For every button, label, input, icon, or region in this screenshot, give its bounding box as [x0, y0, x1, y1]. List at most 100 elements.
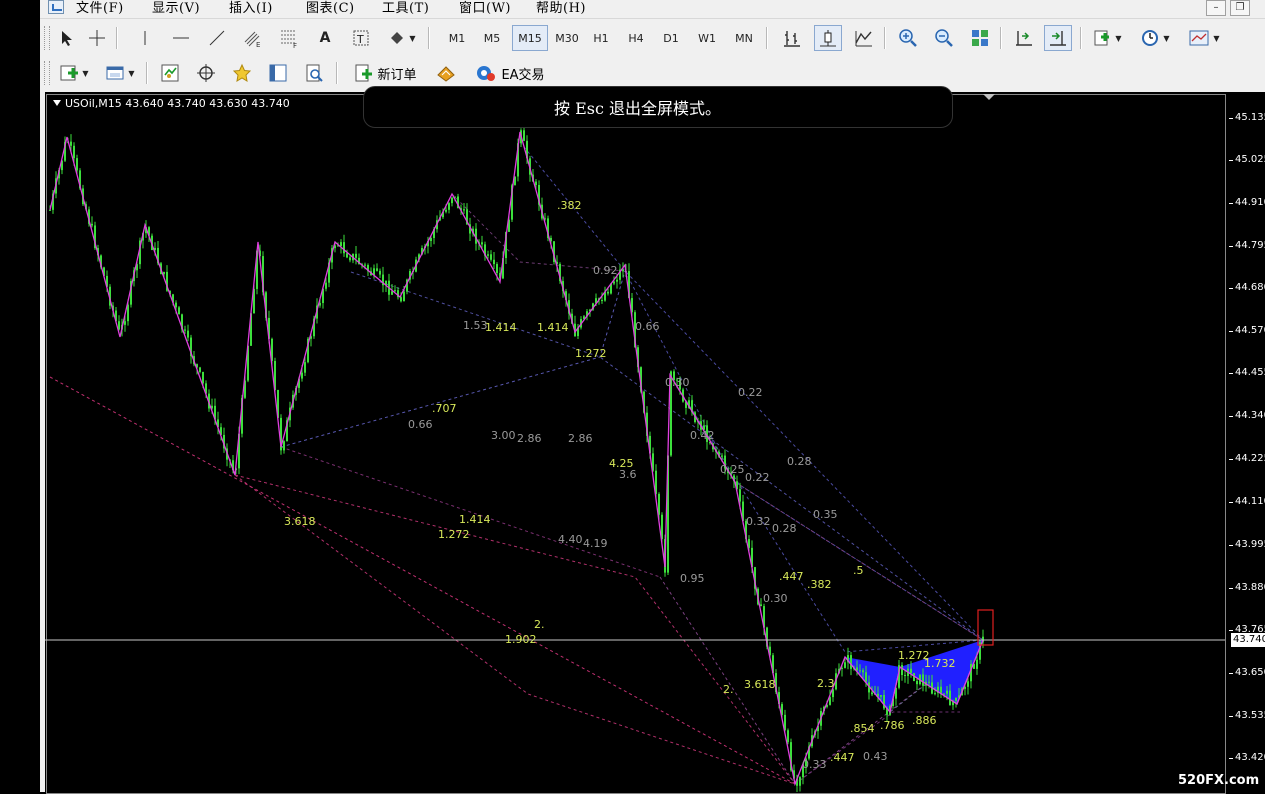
menu-file[interactable]: 文件(F) — [76, 0, 124, 16]
chart-shift-button[interactable] — [1010, 25, 1038, 51]
candle-body — [976, 659, 978, 669]
candle-body — [445, 209, 447, 212]
line-chart-button[interactable] — [850, 25, 878, 51]
standard-toolbar: ▼ ▼ 新订单 EA交易 — [44, 58, 564, 88]
trend-line-button[interactable] — [204, 25, 230, 51]
restore-button[interactable]: ❐ — [1230, 0, 1250, 16]
crosshair-tool-button[interactable] — [84, 25, 110, 51]
toolbar-separator — [428, 27, 430, 49]
timeframe-h4-button[interactable]: H4 — [621, 25, 651, 51]
metaeditor-button[interactable] — [432, 60, 460, 86]
candle-body — [355, 253, 357, 258]
menu-view[interactable]: 显示(V) — [152, 0, 200, 16]
timeframe-w1-button[interactable]: W1 — [692, 25, 722, 51]
zoom-in-button[interactable] — [894, 25, 922, 51]
toolbar-separator — [766, 27, 768, 49]
auto-scroll-button[interactable] — [1044, 25, 1072, 51]
timeframe-d1-button[interactable]: D1 — [656, 25, 686, 51]
candle-body — [451, 197, 453, 204]
fibonacci-button[interactable]: F — [276, 25, 302, 51]
zoom-out-button[interactable] — [930, 25, 958, 51]
expert-advisors-button[interactable]: EA交易 — [468, 60, 552, 86]
candle-body — [535, 181, 537, 186]
candle-body — [787, 730, 789, 743]
price-tick: 43.650 — [1229, 667, 1265, 678]
strategy-tester-button[interactable] — [300, 60, 328, 86]
toolbar-separator — [1080, 27, 1082, 49]
data-window-button[interactable] — [192, 60, 220, 86]
candle-body — [163, 271, 165, 275]
menu-charts[interactable]: 图表(C) — [306, 0, 355, 16]
fullscreen-hint-overlay: 按 Esc 退出全屏模式。 — [363, 86, 953, 128]
timeframe-m15-button[interactable]: M15 — [512, 25, 548, 51]
equidistant-channel-button[interactable]: E — [240, 25, 266, 51]
ratio-label: 0.32 — [746, 515, 771, 528]
ratio-label: .786 — [880, 719, 905, 732]
template-icon — [1189, 30, 1209, 46]
menu-insert[interactable]: 插入(I) — [229, 0, 273, 16]
toolbar-separator — [116, 27, 118, 49]
price-tick: 44.340 — [1229, 410, 1265, 421]
periods-dropdown-button[interactable]: ▼ — [1136, 25, 1174, 51]
horizontal-line-button[interactable] — [168, 25, 194, 51]
metaeditor-icon — [437, 66, 455, 82]
indicators-dropdown-button[interactable]: ▼ — [1088, 25, 1126, 51]
bar-chart-icon — [784, 31, 800, 47]
toolbar-grip[interactable] — [44, 61, 50, 85]
candle-body — [202, 371, 204, 384]
ratio-label: 3.6 — [619, 468, 637, 481]
timeframe-h1-button[interactable]: H1 — [586, 25, 616, 51]
candle-body — [523, 130, 525, 141]
price-tick: 43.535 — [1229, 710, 1265, 721]
ratio-label: 0.92 — [593, 264, 618, 277]
cursor-tool-button[interactable] — [54, 25, 80, 51]
candle-body — [844, 662, 846, 668]
tile-windows-button[interactable] — [966, 25, 994, 51]
candlestick-icon — [820, 30, 836, 47]
menu-window[interactable]: 窗口(W) — [459, 0, 511, 16]
toolbar-grip[interactable] — [44, 26, 50, 50]
ratio-label: 1.732 — [924, 657, 956, 670]
market-watch-button[interactable] — [156, 60, 184, 86]
price-tick: 45.025 — [1229, 154, 1265, 165]
current-price-label: 43.740 — [1231, 633, 1265, 647]
minimize-button[interactable]: – — [1206, 0, 1226, 16]
chart-window[interactable]: USOil,M15 43.640 43.740 43.630 43.740 .3… — [45, 86, 1265, 794]
candle-body — [73, 145, 75, 159]
candle-body — [187, 330, 189, 338]
bar-chart-button[interactable] — [778, 25, 806, 51]
candle-body — [376, 268, 378, 271]
timeframe-m1-button[interactable]: M1 — [442, 25, 472, 51]
timeframe-m30-button[interactable]: M30 — [550, 25, 584, 51]
candle-body — [946, 690, 948, 694]
text-label-button[interactable]: T — [348, 25, 374, 51]
metatrader-window: 文件(F) 显示(V) 插入(I) 图表(C) 工具(T) 窗口(W) 帮助(H… — [40, 0, 1265, 794]
menu-help[interactable]: 帮助(H) — [536, 0, 586, 16]
vertical-line-button[interactable] — [132, 25, 158, 51]
templates-dropdown-button[interactable]: ▼ — [1184, 25, 1224, 51]
timeframe-m5-button[interactable]: M5 — [477, 25, 507, 51]
candlestick-chart-button[interactable] — [814, 25, 842, 51]
star-folder-icon — [232, 63, 252, 82]
candle-body — [448, 203, 450, 210]
text-tool-button[interactable]: A — [312, 25, 338, 51]
profiles-button[interactable]: ▼ — [100, 60, 140, 86]
ratio-label: 0.28 — [787, 455, 812, 468]
ratio-label: 0.66 — [408, 418, 433, 431]
candle-body — [901, 665, 903, 676]
candle-body — [379, 270, 381, 275]
terminal-button[interactable] — [264, 60, 292, 86]
guide-line-magenta — [280, 446, 661, 578]
ratio-label: 1.902 — [505, 633, 537, 646]
menu-bar: 文件(F) 显示(V) 插入(I) 图表(C) 工具(T) 窗口(W) 帮助(H… — [40, 0, 1265, 19]
navigator-button[interactable] — [228, 60, 256, 86]
price-chart[interactable] — [45, 92, 1225, 792]
timeframe-mn-button[interactable]: MN — [728, 25, 760, 51]
new-order-button[interactable]: 新订单 — [344, 60, 426, 86]
ratio-label: 4.40 — [558, 533, 583, 546]
candle-body — [91, 223, 93, 226]
menu-tools[interactable]: 工具(T) — [382, 0, 429, 16]
new-chart-button[interactable]: ▼ — [54, 60, 94, 86]
crosshair-target-icon — [197, 64, 215, 82]
arrows-dropdown-button[interactable]: ▼ — [382, 25, 422, 51]
